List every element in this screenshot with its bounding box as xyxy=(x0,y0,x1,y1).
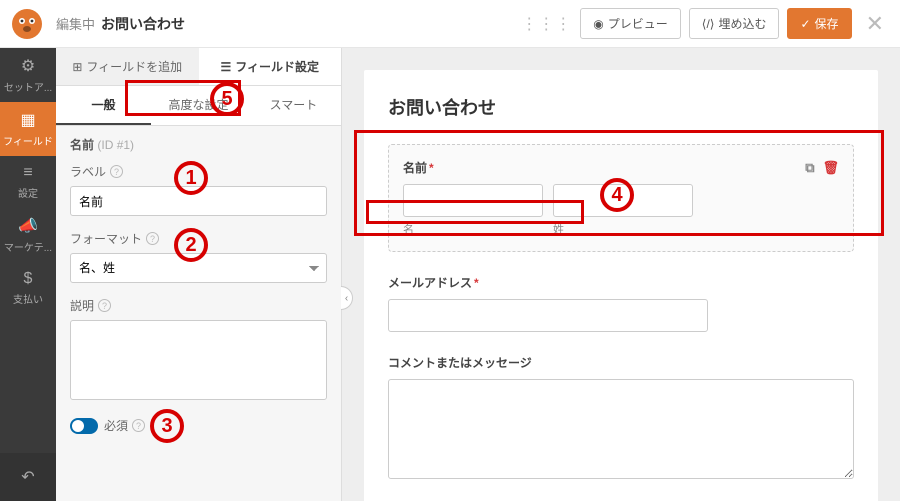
drag-grip-icon[interactable]: ⋮⋮⋮ xyxy=(521,14,572,34)
save-button[interactable]: ✓保存 xyxy=(787,8,851,39)
field-name[interactable]: 名前* ⧉ 🗑 名 姓 xyxy=(388,144,854,252)
sidebar-item-payments[interactable]: $支払い xyxy=(0,262,56,314)
close-icon[interactable]: ✕ xyxy=(860,11,890,37)
sliders-icon: ☰ xyxy=(220,60,231,74)
tab-add-field[interactable]: ⊞フィールドを追加 xyxy=(56,48,199,85)
field-name-label: 名前 xyxy=(403,159,427,176)
last-name-input[interactable] xyxy=(553,184,693,217)
code-icon: ⟨/⟩ xyxy=(702,17,715,31)
check-icon: ✓ xyxy=(800,17,810,31)
eye-icon: ◉ xyxy=(593,17,603,31)
field-email[interactable]: メールアドレス* xyxy=(388,274,854,332)
undo-button[interactable]: ↶ xyxy=(0,453,56,501)
description-label: 説明 xyxy=(70,297,94,314)
required-asterisk: * xyxy=(429,161,434,175)
duplicate-icon[interactable]: ⧉ xyxy=(805,160,814,176)
help-icon[interactable]: ? xyxy=(132,419,145,432)
sidebar-item-fields[interactable]: ▦フィールド xyxy=(0,102,56,156)
first-name-sublabel: 名 xyxy=(403,221,543,237)
tab-field-settings[interactable]: ☰フィールド設定 xyxy=(199,48,342,85)
gear-icon: ⚙ xyxy=(21,56,35,76)
email-input[interactable] xyxy=(388,299,708,332)
required-asterisk: * xyxy=(474,276,479,290)
megaphone-icon: 📣 xyxy=(18,216,38,236)
field-email-label: メールアドレス xyxy=(388,274,472,291)
subtab-advanced[interactable]: 高度な設定 xyxy=(151,86,246,125)
help-icon[interactable]: ? xyxy=(146,232,159,245)
subtab-general[interactable]: 一般 xyxy=(56,86,151,125)
form-preview: お問い合わせ 名前* ⧉ 🗑 名 姓 メールアドレス* xyxy=(342,48,900,501)
field-panel: ⊞フィールドを追加 ☰フィールド設定 一般 高度な設定 スマート 5 名前 (I… xyxy=(56,48,342,501)
sidebar-item-setup[interactable]: ⚙セットア... xyxy=(0,48,56,102)
plus-box-icon: ⊞ xyxy=(72,60,82,74)
first-name-input[interactable] xyxy=(403,184,543,217)
dollar-icon: $ xyxy=(24,270,33,288)
main-sidebar: ⚙セットア... ▦フィールド ≡設定 📣マーケテ... $支払い ↶ xyxy=(0,48,56,501)
sidebar-item-marketing[interactable]: 📣マーケテ... xyxy=(0,208,56,262)
sliders-icon: ≡ xyxy=(23,164,32,182)
embed-button[interactable]: ⟨/⟩埋め込む xyxy=(689,8,780,39)
sidebar-item-settings[interactable]: ≡設定 xyxy=(0,156,56,208)
grid-icon: ▦ xyxy=(20,110,35,130)
required-toggle[interactable] xyxy=(70,418,98,434)
undo-icon: ↶ xyxy=(21,469,34,486)
field-message[interactable]: コメントまたはメッセージ xyxy=(388,354,854,482)
help-icon[interactable]: ? xyxy=(98,299,111,312)
subtab-smart[interactable]: スマート xyxy=(246,86,341,125)
section-title: 名前 (ID #1) xyxy=(70,136,327,153)
field-message-label: コメントまたはメッセージ xyxy=(388,354,532,371)
format-select[interactable]: 名、姓 xyxy=(70,253,327,283)
page-title: お問い合わせ xyxy=(101,14,185,34)
message-textarea[interactable] xyxy=(388,379,854,479)
form-title: お問い合わせ xyxy=(388,94,854,120)
required-label: 必須 xyxy=(104,417,128,434)
description-textarea[interactable] xyxy=(70,320,327,400)
annotation-3: 3 xyxy=(150,409,184,443)
title-prefix: 編集中 xyxy=(56,14,95,33)
preview-button[interactable]: ◉プレビュー xyxy=(580,8,681,39)
label-label: ラベル xyxy=(70,163,106,180)
trash-icon[interactable]: 🗑 xyxy=(822,160,839,176)
last-name-sublabel: 姓 xyxy=(553,221,693,237)
help-icon[interactable]: ? xyxy=(110,165,123,178)
label-input[interactable] xyxy=(70,186,327,216)
app-logo xyxy=(10,7,44,41)
format-label: フォーマット xyxy=(70,230,142,247)
